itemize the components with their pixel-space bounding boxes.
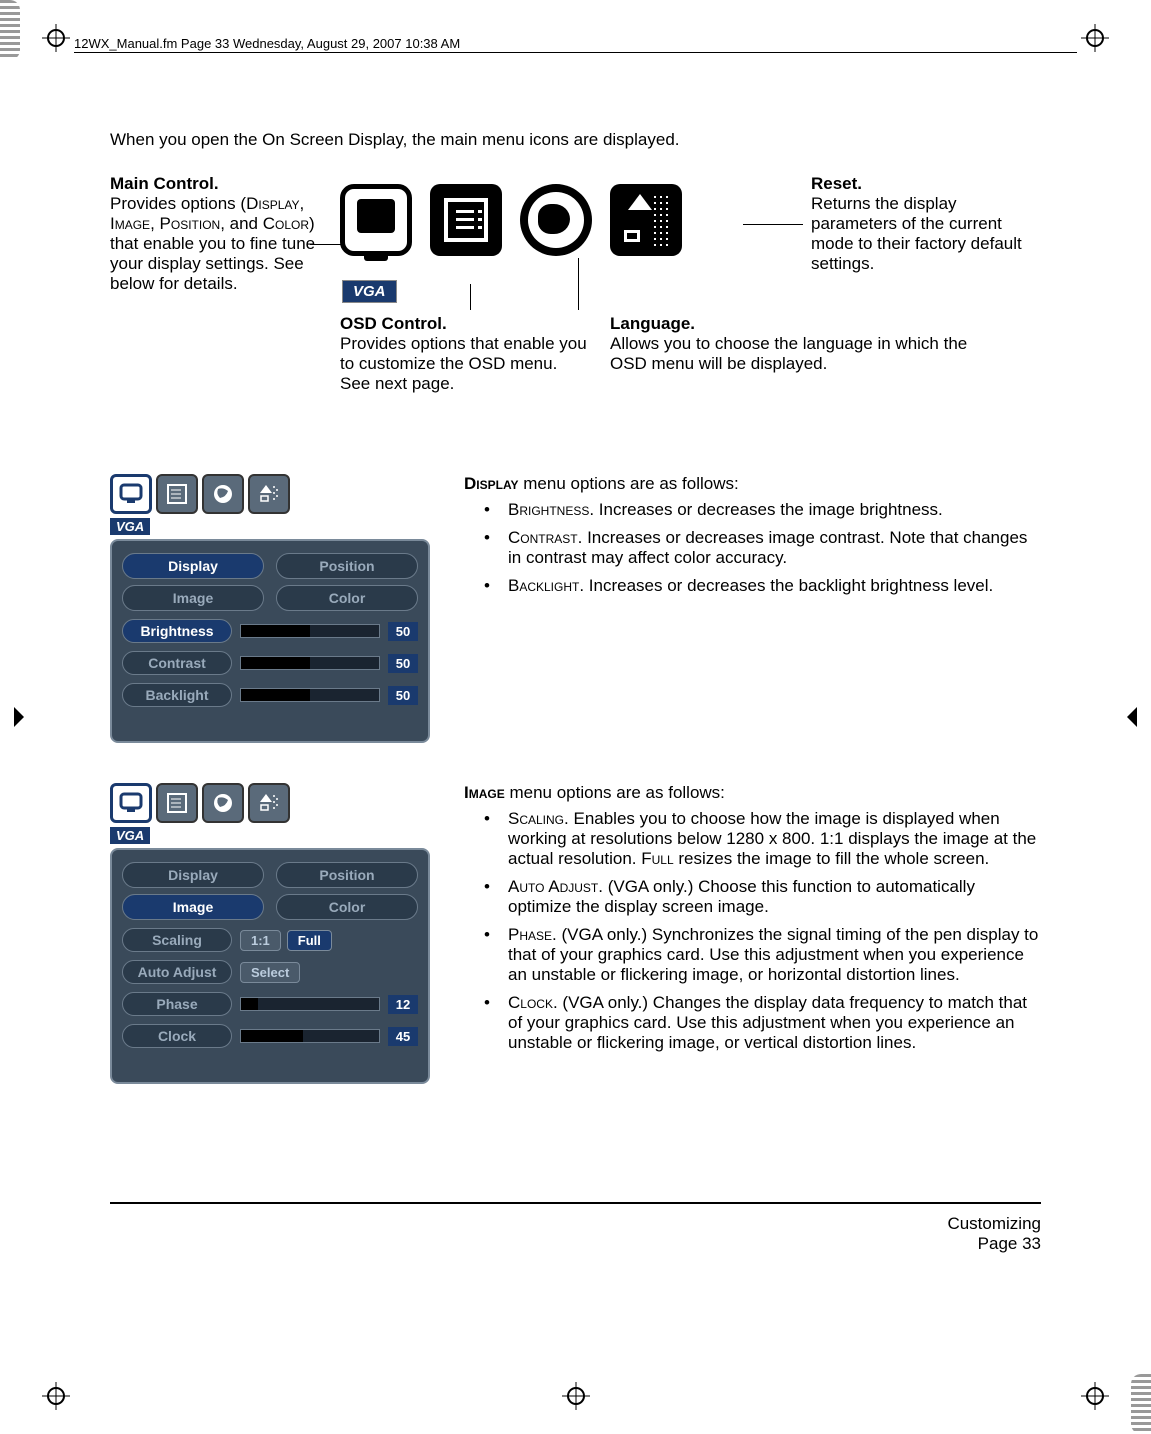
value-phase: 12 xyxy=(388,995,418,1014)
intro-text: When you open the On Screen Display, the… xyxy=(110,130,1041,150)
reset-callout: Reset. Returns the display parameters of… xyxy=(811,174,1041,274)
reset-title: Reset. xyxy=(811,174,862,193)
reset-icon xyxy=(610,184,682,256)
image-osd-figure: VGA Display Position Image Color Scaling… xyxy=(110,783,430,1084)
vga-badge: VGA xyxy=(110,518,150,535)
page-header: 12WX_Manual.fm Page 33 Wednesday, August… xyxy=(74,36,460,51)
binding-icon xyxy=(0,0,20,60)
mini-monitor-icon xyxy=(110,474,152,514)
vga-badge: VGA xyxy=(110,827,150,844)
language-title: Language. xyxy=(610,314,695,333)
slider-phase[interactable] xyxy=(240,997,380,1011)
main-control-title: Main Control. xyxy=(110,174,219,193)
crop-mark-icon xyxy=(0,703,28,731)
mini-globe-icon xyxy=(202,783,244,823)
param-scaling[interactable]: Scaling xyxy=(122,928,232,952)
list-item: Auto Adjust. (VGA only.) Choose this fun… xyxy=(484,877,1041,917)
page-footer: Customizing Page 33 xyxy=(947,1214,1041,1254)
main-control-callout: Main Control. Provides options (Display,… xyxy=(110,174,320,294)
param-contrast[interactable]: Contrast xyxy=(122,651,232,675)
param-auto-adjust[interactable]: Auto Adjust xyxy=(122,960,232,984)
value-backlight: 50 xyxy=(388,686,418,705)
list-item: Clock. (VGA only.) Changes the display d… xyxy=(484,993,1041,1053)
mini-list-icon xyxy=(156,783,198,823)
tab-image[interactable]: Image xyxy=(122,585,264,611)
list-item: Contrast. Increases or decreases image c… xyxy=(484,528,1041,568)
osd-control-callout: OSD Control. Provides options that enabl… xyxy=(340,314,590,394)
language-callout: Language. Allows you to choose the langu… xyxy=(610,314,990,374)
display-menu-description: Display menu options are as follows: Bri… xyxy=(464,474,1041,743)
crop-mark-icon xyxy=(1123,703,1151,731)
main-control-icon xyxy=(340,184,412,256)
crop-mark-icon xyxy=(42,1382,70,1410)
crop-mark-icon xyxy=(42,24,70,52)
list-item: Brightness. Increases or decreases the i… xyxy=(484,500,1041,520)
callout-line xyxy=(743,224,803,225)
mini-monitor-icon xyxy=(110,783,152,823)
callout-line xyxy=(470,284,471,310)
value-clock: 45 xyxy=(388,1027,418,1046)
callout-line xyxy=(578,258,579,310)
image-menu-description: Image menu options are as follows: Scali… xyxy=(464,783,1041,1084)
mini-reset-icon xyxy=(248,474,290,514)
crop-mark-icon xyxy=(562,1382,590,1410)
divider xyxy=(110,1202,1041,1204)
list-item: Phase. (VGA only.) Synchronizes the sign… xyxy=(484,925,1041,985)
tab-color[interactable]: Color xyxy=(276,585,418,611)
slider-clock[interactable] xyxy=(240,1029,380,1043)
tab-position[interactable]: Position xyxy=(276,862,418,888)
vga-badge: VGA xyxy=(342,280,397,303)
menu-icon-row xyxy=(340,184,682,256)
list-item: Scaling. Enables you to choose how the i… xyxy=(484,809,1041,869)
mini-list-icon xyxy=(156,474,198,514)
crop-mark-icon xyxy=(1081,1382,1109,1410)
value-brightness: 50 xyxy=(388,622,418,641)
osd-control-icon xyxy=(430,184,502,256)
crop-mark-icon xyxy=(1081,24,1109,52)
list-item: Backlight. Increases or decreases the ba… xyxy=(484,576,1041,596)
mini-globe-icon xyxy=(202,474,244,514)
slider-brightness[interactable] xyxy=(240,624,380,638)
slider-backlight[interactable] xyxy=(240,688,380,702)
option-full[interactable]: Full xyxy=(287,930,332,951)
divider xyxy=(74,52,1077,53)
select-button[interactable]: Select xyxy=(240,962,300,983)
mini-reset-icon xyxy=(248,783,290,823)
slider-contrast[interactable] xyxy=(240,656,380,670)
option-1to1[interactable]: 1:1 xyxy=(240,930,281,951)
tab-image[interactable]: Image xyxy=(122,894,264,920)
tab-display[interactable]: Display xyxy=(122,553,264,579)
language-icon xyxy=(520,184,592,256)
binding-icon xyxy=(1131,1374,1151,1434)
param-phase[interactable]: Phase xyxy=(122,992,232,1016)
tab-position[interactable]: Position xyxy=(276,553,418,579)
tab-display[interactable]: Display xyxy=(122,862,264,888)
value-contrast: 50 xyxy=(388,654,418,673)
param-brightness[interactable]: Brightness xyxy=(122,619,232,643)
param-backlight[interactable]: Backlight xyxy=(122,683,232,707)
param-clock[interactable]: Clock xyxy=(122,1024,232,1048)
osd-control-title: OSD Control. xyxy=(340,314,447,333)
tab-color[interactable]: Color xyxy=(276,894,418,920)
display-osd-figure: VGA Display Position Image Color Brightn… xyxy=(110,474,430,743)
